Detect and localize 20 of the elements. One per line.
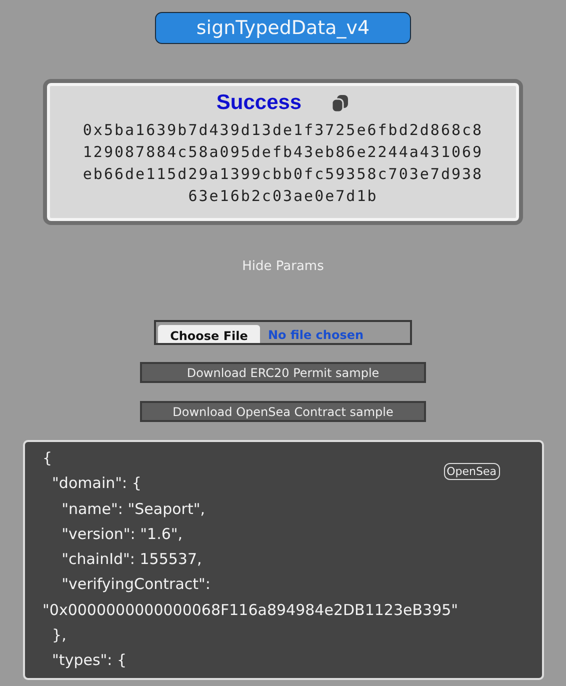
code-line: "types": { [51,650,127,672]
file-input[interactable]: Choose File No file chosen [154,320,412,345]
copy-icon[interactable] [330,93,350,113]
code-line: "verifyingContract": [60,574,210,596]
code-line: "chainId": 155537, [60,549,202,570]
status-title: Success [216,91,302,115]
code-line: { [42,448,52,469]
signature-text: 0x5ba1639b7d439d13de1f3725e6fbd2d868c8129087884c58a095defb43eb86e2244a431069eb66de115d29a1399cbb0fc59358c703e7d93863e16b2c03ae0e7d1b [82,120,484,207]
download-button[interactable]: Download OpenSea Contract sample [140,401,426,422]
code-line: "version": "1.6", [60,524,183,545]
json-editor[interactable]: { "domain": { "name": "Seaport", "version": "1.6", "chainId": 155537, "verifyingContract": "0x0000000000000068F116a894984e2DB1123eB395" }, "types": { OpenSea [22,440,544,680]
code-line: "domain": { [51,473,142,494]
method-button[interactable]: signTypedData_v4 [155,12,411,44]
code-line: }, [51,625,66,646]
code-line: "0x0000000000000068F116a894984e2DB1123eB395" [42,600,458,621]
choose-file-button[interactable]: Choose File [158,325,260,343]
download-button[interactable]: Download ERC20 Permit sample [140,362,426,383]
file-status: No file chosen [268,327,364,343]
code-line: "name": "Seaport", [60,498,205,520]
preset-badge: OpenSea [444,463,500,480]
